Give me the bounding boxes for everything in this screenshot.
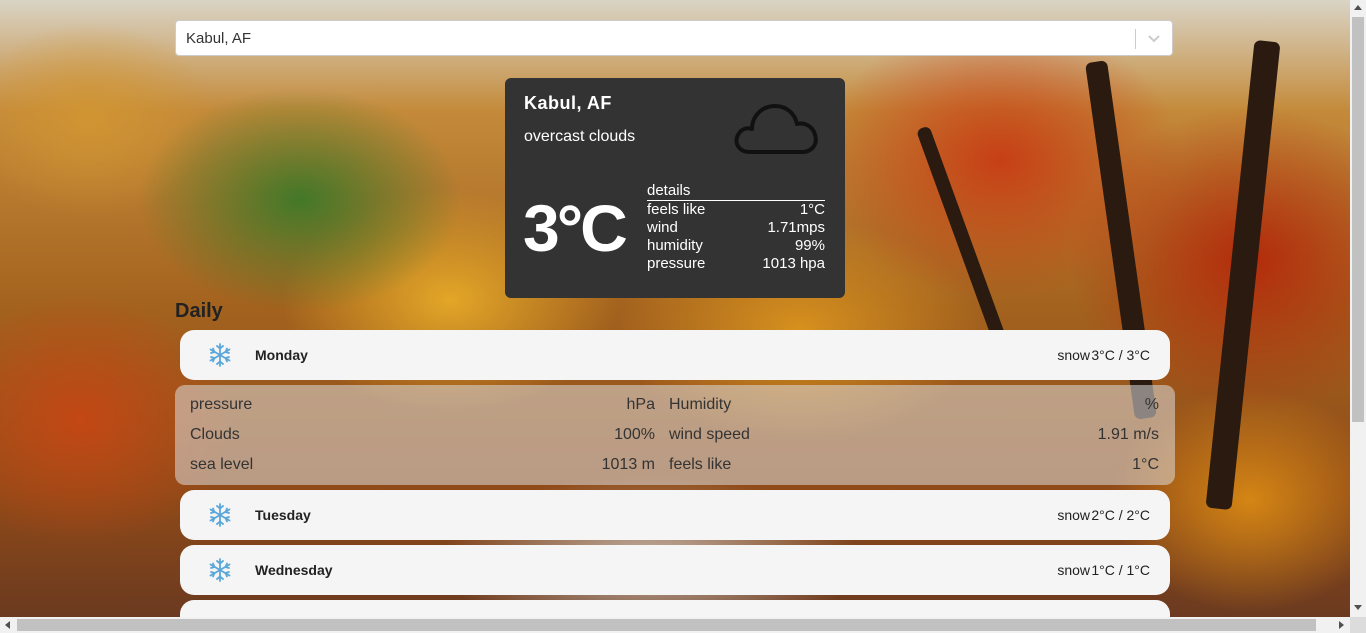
detail-wind-speed: wind speed 1.91 m/s [669,426,1159,444]
current-city: Kabul, AF [524,93,612,113]
horizontal-scroll-thumb[interactable] [17,619,1316,631]
day-row-partial[interactable] [180,600,1170,617]
snowflake-icon [209,343,231,367]
day-temperature: 2°C / 2°C [1091,507,1150,523]
detail-label: Humidity [669,396,732,413]
detail-row: pressure 1013 hpa [647,255,825,273]
city-search-value[interactable]: Kabul, AF [186,30,251,47]
current-temperature: 3°C [523,191,628,265]
select-separator [1135,29,1136,49]
vertical-scroll-thumb[interactable] [1352,17,1364,422]
detail-row: feels like 1°C [647,201,825,219]
detail-clouds: Clouds 100% [190,426,655,444]
detail-value: 1°C [799,201,825,218]
day-temperature: 1°C / 1°C [1091,562,1150,578]
detail-row: wind 1.71mps [647,219,825,237]
detail-label: pressure [190,396,253,413]
day-temperature: 3°C / 3°C [1091,347,1150,363]
detail-label: wind speed [669,426,750,443]
detail-sea-level: sea level 1013 m [190,456,655,474]
daily-heading: Daily [175,300,223,322]
detail-label: sea level [190,456,254,473]
scrollbar-corner [1350,617,1366,633]
details-title: details [647,182,825,201]
day-description: snow [1057,562,1090,578]
cloud-icon [734,104,818,154]
detail-humidity: Humidity % [669,396,1159,414]
detail-value: 1013 hpa [762,255,825,272]
snowflake-icon [209,558,231,582]
day-description: snow [1057,507,1090,523]
day-name: Tuesday [255,507,311,523]
tree-trunk [1205,39,1281,511]
detail-label: feels like [669,456,732,473]
current-details: details feels like 1°C wind 1.71mps humi… [647,182,825,273]
detail-value: 1013 m [601,456,655,473]
detail-value: hPa [626,396,655,413]
detail-pressure: pressure hPa [190,396,655,414]
detail-feels-like: feels like 1°C [669,456,1159,474]
current-description: overcast clouds [524,128,636,145]
scroll-up-arrow-icon[interactable] [1354,5,1362,10]
detail-label: pressure [647,255,706,272]
horizontal-scrollbar[interactable] [0,617,1350,633]
detail-value: 1°C [1132,456,1159,473]
day-name: Wednesday [255,562,333,578]
scroll-down-arrow-icon[interactable] [1354,605,1362,610]
detail-value: 100% [614,426,655,443]
current-weather-card: Kabul, AF overcast clouds 3°C details fe… [505,78,845,298]
detail-value: 99% [794,237,825,254]
detail-label: wind [647,219,678,236]
detail-row: humidity 99% [647,237,825,255]
detail-value: % [1144,396,1159,413]
day-detail-panel: pressure hPa Humidity % Clouds 100% wind… [175,385,1175,485]
city-search-select[interactable]: Kabul, AF [175,20,1173,56]
snowflake-icon [209,503,231,527]
scroll-left-arrow-icon[interactable] [5,621,10,629]
scroll-right-arrow-icon[interactable] [1339,621,1344,629]
chevron-down-icon[interactable] [1144,27,1164,49]
detail-value: 1.71mps [767,219,825,236]
day-row-wednesday[interactable]: Wednesday snow 1°C / 1°C [180,545,1170,595]
detail-label: feels like [647,201,706,218]
detail-label: humidity [647,237,703,254]
day-description: snow [1057,347,1090,363]
day-row-tuesday[interactable]: Tuesday snow 2°C / 2°C [180,490,1170,540]
vertical-scrollbar[interactable] [1350,0,1366,617]
day-row-monday[interactable]: Monday snow 3°C / 3°C [180,330,1170,380]
detail-value: 1.91 m/s [1097,426,1159,443]
detail-label: Clouds [190,426,240,443]
day-name: Monday [255,347,308,363]
